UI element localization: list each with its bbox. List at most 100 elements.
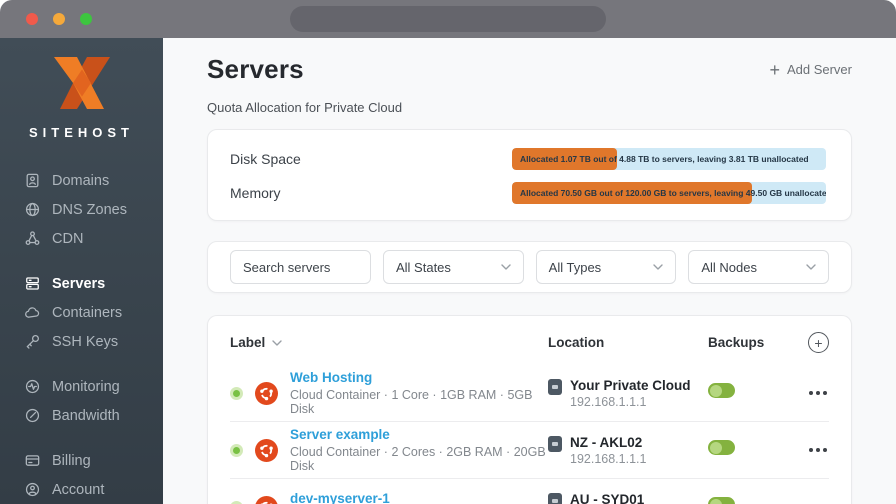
column-backups: Backups xyxy=(708,335,798,350)
sort-chevron-icon xyxy=(272,339,282,347)
location-name: NZ - AKL02 xyxy=(570,435,646,450)
types-filter-value: All Types xyxy=(549,260,602,275)
quota-row-disk: Disk Space Allocated 1.07 TB out of 4.88… xyxy=(230,148,826,170)
plus-icon: + xyxy=(769,61,780,79)
chevron-down-icon xyxy=(653,263,663,271)
location-name: Your Private Cloud xyxy=(570,378,691,393)
column-label[interactable]: Label xyxy=(230,335,548,350)
sidebar-item-containers[interactable]: Containers xyxy=(24,298,163,327)
table-header: Label Location Backups + xyxy=(208,316,851,365)
memory-quota-text: Allocated 70.50 GB out of 120.00 GB to s… xyxy=(520,182,826,204)
status-online-icon xyxy=(230,501,243,504)
ubuntu-logo-icon xyxy=(255,439,278,462)
id-card-icon xyxy=(24,172,41,189)
sidebar-item-monitoring[interactable]: Monitoring xyxy=(24,372,163,401)
server-specs: Cloud Container · 1 Core · 1GB RAM · 5GB… xyxy=(290,388,548,416)
table-row: Web Hosting Cloud Container · 1 Core · 1… xyxy=(208,365,851,421)
status-online-icon xyxy=(230,387,243,400)
search-input[interactable] xyxy=(230,250,371,284)
location-name: AU - SYD01 xyxy=(570,492,646,504)
types-filter-dropdown[interactable]: All Types xyxy=(536,250,677,284)
states-filter-value: All States xyxy=(396,260,451,275)
key-icon xyxy=(24,333,41,350)
window-controls xyxy=(26,13,92,25)
servers-table: Label Location Backups + xyxy=(207,315,852,504)
sidebar-item-label: Domains xyxy=(52,173,109,189)
pulse-icon xyxy=(24,378,41,395)
sidebar-item-ssh-keys[interactable]: SSH Keys xyxy=(24,327,163,356)
server-name-link[interactable]: dev-myserver-1 xyxy=(290,491,541,504)
states-filter-dropdown[interactable]: All States xyxy=(383,250,524,284)
nodes-filter-dropdown[interactable]: All Nodes xyxy=(688,250,829,284)
sidebar-item-label: Monitoring xyxy=(52,379,120,395)
main-content: Servers + Add Server Quota Allocation fo… xyxy=(163,38,896,504)
sidebar-item-label: DNS Zones xyxy=(52,202,127,218)
column-label-text: Label xyxy=(230,335,265,350)
quota-label: Disk Space xyxy=(230,151,301,167)
sidebar: SITEHOST Domains DNS Zones CDN xyxy=(0,38,163,504)
gauge-icon xyxy=(24,407,41,424)
add-server-label: Add Server xyxy=(787,62,852,77)
quota-subtitle: Quota Allocation for Private Cloud xyxy=(207,100,852,115)
quota-row-memory: Memory Allocated 70.50 GB out of 120.00 … xyxy=(230,182,826,204)
sidebar-item-dns-zones[interactable]: DNS Zones xyxy=(24,195,163,224)
backups-toggle[interactable] xyxy=(708,440,735,455)
location-ip: 192.168.1.1.1 xyxy=(570,395,691,409)
sidebar-item-label: CDN xyxy=(52,231,83,247)
table-row: dev-myserver-1 Linux VPS · 2 Cores · 3GB… xyxy=(208,479,851,504)
sidebar-item-label: SSH Keys xyxy=(52,334,118,350)
sidebar-item-label: Billing xyxy=(52,453,91,469)
location-icon xyxy=(548,379,562,395)
url-bar[interactable] xyxy=(290,6,606,32)
sidebar-item-label: Account xyxy=(52,482,104,498)
server-icon xyxy=(24,275,41,292)
filters-card: All States All Types All Nodes xyxy=(207,241,852,293)
globe-icon xyxy=(24,201,41,218)
column-backups-text: Backups xyxy=(708,335,764,350)
server-name-link[interactable]: Server example xyxy=(290,427,548,442)
add-row-button[interactable]: + xyxy=(808,332,829,353)
app-window: SITEHOST Domains DNS Zones CDN xyxy=(0,0,896,504)
quota-card: Disk Space Allocated 1.07 TB out of 4.88… xyxy=(207,129,852,221)
sidebar-item-billing[interactable]: Billing xyxy=(24,446,163,475)
backups-toggle[interactable] xyxy=(708,497,735,504)
cloud-icon xyxy=(24,304,41,321)
row-actions-menu[interactable] xyxy=(798,448,829,452)
row-actions-menu[interactable] xyxy=(798,391,829,395)
sidebar-item-bandwidth[interactable]: Bandwidth xyxy=(24,401,163,430)
sidebar-nav: Domains DNS Zones CDN Servers xyxy=(0,166,163,504)
sidebar-item-account[interactable]: Account xyxy=(24,475,163,504)
sidebar-item-domains[interactable]: Domains xyxy=(24,166,163,195)
sidebar-item-label: Bandwidth xyxy=(52,408,120,424)
table-row: Server example Cloud Container · 2 Cores… xyxy=(208,422,851,478)
sidebar-item-label: Servers xyxy=(52,276,105,292)
brand-block: SITEHOST xyxy=(0,56,163,140)
close-window-button[interactable] xyxy=(26,13,38,25)
location-icon xyxy=(548,436,562,452)
sidebar-item-cdn[interactable]: CDN xyxy=(24,224,163,253)
titlebar xyxy=(0,0,896,38)
chevron-down-icon xyxy=(501,263,511,271)
chevron-down-icon xyxy=(806,263,816,271)
sitehost-logo-icon xyxy=(51,56,113,110)
ubuntu-logo-icon xyxy=(255,382,278,405)
server-name-link[interactable]: Web Hosting xyxy=(290,370,548,385)
page-title: Servers xyxy=(207,54,304,85)
minimize-window-button[interactable] xyxy=(53,13,65,25)
memory-quota-bar: Allocated 70.50 GB out of 120.00 GB to s… xyxy=(512,182,826,204)
column-location-text: Location xyxy=(548,335,604,350)
location-icon xyxy=(548,493,562,504)
sidebar-item-servers[interactable]: Servers xyxy=(24,269,163,298)
nodes-icon xyxy=(24,230,41,247)
backups-toggle[interactable] xyxy=(708,383,735,398)
add-server-button[interactable]: + Add Server xyxy=(769,61,852,79)
nodes-filter-value: All Nodes xyxy=(701,260,757,275)
disk-quota-text: Allocated 1.07 TB out of 4.88 TB to serv… xyxy=(520,148,809,170)
brand-name: SITEHOST xyxy=(0,125,163,140)
disk-quota-bar: Allocated 1.07 TB out of 4.88 TB to serv… xyxy=(512,148,826,170)
column-location: Location xyxy=(548,335,708,350)
server-specs: Cloud Container · 2 Cores · 2GB RAM · 20… xyxy=(290,445,548,473)
location-ip: 192.168.1.1.1 xyxy=(570,452,646,466)
maximize-window-button[interactable] xyxy=(80,13,92,25)
credit-card-icon xyxy=(24,452,41,469)
